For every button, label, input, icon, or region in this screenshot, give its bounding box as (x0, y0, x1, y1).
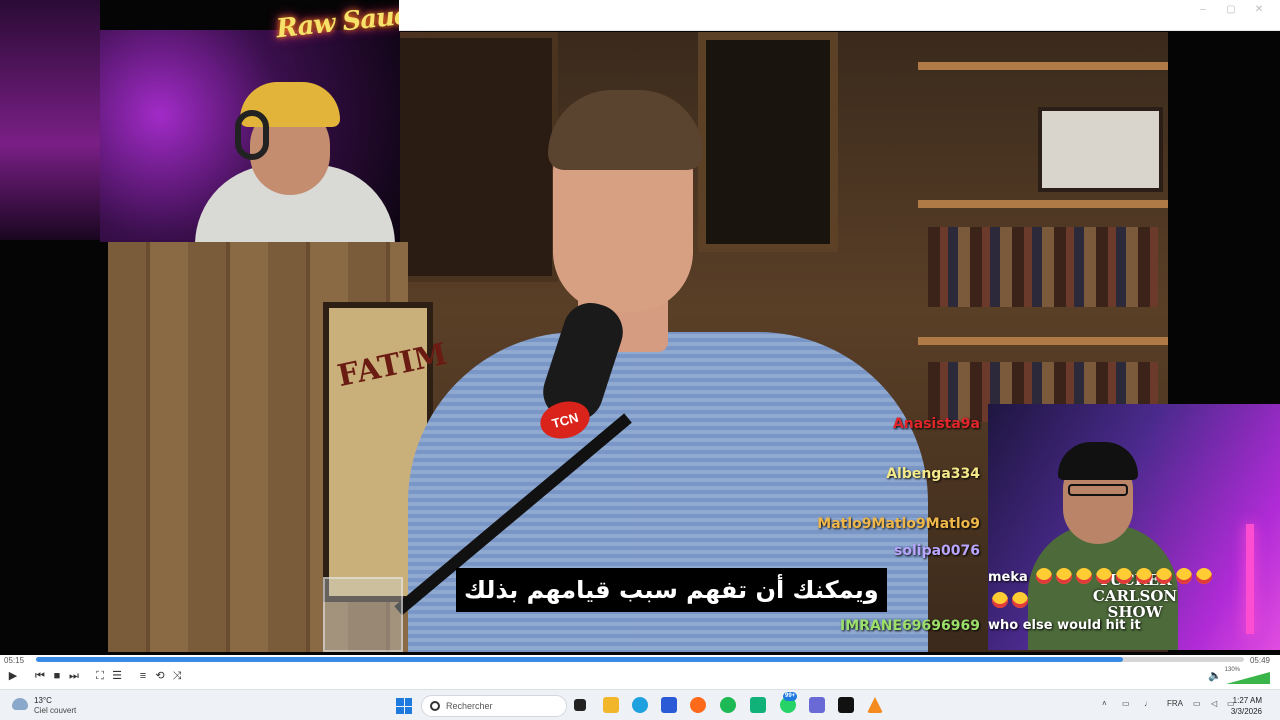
elapsed-time: 05:15 (4, 656, 25, 665)
laughing-emoji-icon (1056, 568, 1073, 584)
shuffle-icon[interactable]: ⤨ (170, 669, 184, 683)
app-tray-icon[interactable]: ▭ (1122, 699, 1130, 708)
task-view-icon[interactable] (574, 699, 586, 711)
windows-start-icon[interactable] (396, 698, 412, 714)
notification-badge: 99+ (783, 692, 798, 701)
window-titlebar: – ▢ ✕ (399, 0, 1280, 31)
host-hair (548, 90, 703, 170)
vlc-icon[interactable] (867, 697, 883, 713)
laughing-emoji-icon (1012, 592, 1028, 608)
poster-text: FATIM (334, 336, 451, 395)
previous-icon[interactable]: ⏮ (33, 669, 47, 683)
loop-icon[interactable]: ⟲ (153, 669, 167, 683)
close-icon[interactable]: ✕ (1250, 4, 1268, 18)
laughing-emoji-icon (1116, 568, 1133, 584)
seek-bar-progress (36, 657, 1124, 662)
laughing-emoji-icon (1096, 568, 1113, 584)
neon-room-left (0, 0, 100, 240)
volume-icon[interactable]: ◁ (1211, 699, 1217, 708)
total-time: 05:49 (1249, 656, 1270, 665)
bookshelf-lower (918, 337, 1168, 345)
laughing-emoji-icon (1196, 568, 1213, 584)
emoji-row (988, 592, 1028, 609)
microphone-icon[interactable]: ♩ (1144, 699, 1152, 708)
clock-date: 3/3/2026 (1230, 707, 1262, 716)
fullscreen-icon[interactable]: ⛶ (93, 669, 107, 683)
laughing-emoji-icon (1036, 568, 1053, 584)
chat-username: Matlo9Matlo9Matlo9 (817, 516, 980, 532)
chat-message: meka (988, 568, 1213, 585)
snipping-icon[interactable] (809, 697, 825, 713)
streamer-webcam-top (100, 30, 400, 242)
laughing-emoji-icon (1136, 568, 1153, 584)
chat-message-text: meka (988, 570, 1028, 585)
minimize-icon[interactable]: – (1194, 4, 1212, 18)
laughing-emoji-icon (992, 592, 1008, 608)
spotify-icon[interactable] (720, 697, 736, 713)
capcut-icon[interactable] (838, 697, 854, 713)
emoji-row (1032, 568, 1213, 585)
cloud-icon[interactable] (12, 698, 28, 710)
chat-username: solipa0076 (894, 543, 980, 559)
play-icon[interactable]: ▶ (6, 669, 20, 683)
playlist-icon[interactable]: ≡ (136, 669, 150, 683)
laughing-emoji-icon (1156, 568, 1173, 584)
arabic-subtitle: ويمكنك أن تفهم سبب قيامهم بذلك (456, 568, 887, 612)
bookshelf-middle (918, 200, 1168, 208)
firefox-icon[interactable] (690, 697, 706, 713)
system-clock[interactable]: 1:27 AM 3/3/2026 (1231, 695, 1262, 717)
speaker-icon[interactable]: 🔈 (1208, 669, 1222, 683)
glasses-icon (1068, 484, 1128, 496)
app-icon[interactable] (750, 697, 766, 713)
bookshelf-top (918, 62, 1168, 70)
windows-taskbar: 13°C Ciel couvert Rechercher 99+ ˄ ▭ ♩ F… (0, 689, 1280, 720)
neon-light-bar (1246, 524, 1254, 634)
next-icon[interactable]: ⏭ (67, 669, 81, 683)
media-player-controls: 05:15 05:49 ▶ ⏮ ■ ⏭ ⛶ ☰ ≡ ⟲ ⤨ 🔈 130% (0, 655, 1280, 689)
chat-username: Anasista9a (892, 416, 980, 432)
chat-username: Albenga334 (886, 466, 980, 482)
weather-temperature[interactable]: 13°C (34, 696, 52, 705)
store-icon[interactable] (661, 697, 677, 713)
maximize-icon[interactable]: ▢ (1222, 4, 1240, 18)
window-frame (698, 32, 838, 252)
equalizer-icon[interactable]: ☰ (110, 669, 124, 683)
file-explorer-icon[interactable] (603, 697, 619, 713)
chevron-up-icon[interactable]: ˄ (1102, 699, 1107, 708)
edge-icon[interactable] (632, 697, 648, 713)
network-icon[interactable]: ▭ (1193, 699, 1201, 708)
clock-time: 1:27 AM (1232, 696, 1262, 705)
taskbar-search[interactable]: Rechercher (421, 695, 567, 717)
stream-canvas: FATIM TCN ويمكنك أن تفهم سبب قيامهم بذلك… (0, 0, 1280, 655)
seek-bar[interactable] (36, 657, 1244, 662)
stop-icon[interactable]: ■ (50, 669, 64, 683)
chat-message: who else would hit it (988, 618, 1141, 633)
chat-username: IMRANE69696969 (840, 618, 980, 634)
chat-message (988, 592, 1028, 609)
search-icon (430, 701, 440, 711)
headset-icon (235, 110, 269, 160)
volume-level (1226, 672, 1270, 684)
search-placeholder: Rechercher (446, 701, 493, 711)
volume-label: 130% (1224, 667, 1240, 673)
water-glass (323, 577, 403, 652)
language-indicator[interactable]: FRA (1167, 699, 1183, 708)
weather-description[interactable]: Ciel couvert (34, 706, 76, 715)
black-cap (1058, 442, 1138, 480)
streamer-webcam-bottom: TUCKER CARLSON SHOW (988, 404, 1280, 650)
laughing-emoji-icon (1176, 568, 1193, 584)
laughing-emoji-icon (1076, 568, 1093, 584)
books-row-1 (928, 227, 1158, 307)
chat-message-text: who else would hit it (988, 618, 1141, 633)
framed-photo (1038, 107, 1163, 192)
